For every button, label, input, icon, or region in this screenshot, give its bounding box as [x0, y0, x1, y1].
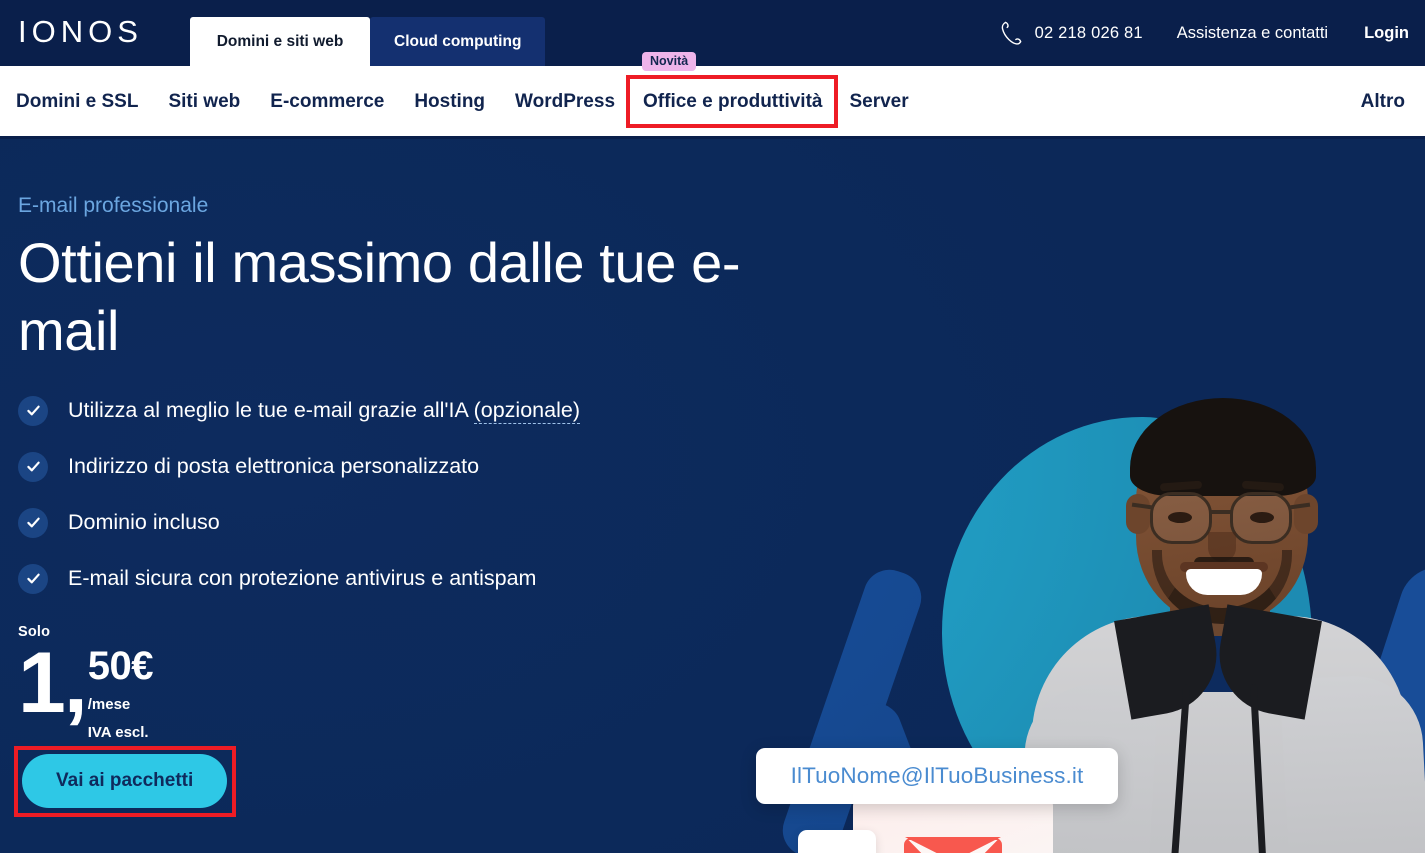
feature-item: Utilizza al meglio le tue e-mail grazie …: [18, 395, 818, 426]
feature-list: Utilizza al meglio le tue e-mail grazie …: [18, 395, 818, 594]
email-address-text: IlTuoNome@IlTuoBusiness.it: [790, 763, 1084, 788]
nav-item-e-commerce[interactable]: E-commerce: [255, 92, 399, 111]
check-icon: [18, 451, 48, 482]
check-icon: [18, 395, 48, 426]
nav-item-label: WordPress: [515, 90, 616, 112]
nav-item-label: Office e produttività: [643, 90, 823, 112]
feature-item: Indirizzo di posta elettronica personali…: [18, 451, 818, 482]
phone-icon: [1001, 21, 1021, 45]
nav-item-label: Siti web: [168, 90, 241, 112]
feature-label: Indirizzo di posta elettronica personali…: [68, 454, 480, 479]
novita-badge: Novità: [642, 51, 697, 71]
hero-eyebrow: E-mail professionale: [18, 194, 209, 217]
header-tab-group: Domini e siti web Cloud computing: [190, 0, 546, 66]
login-link[interactable]: Login: [1364, 24, 1409, 43]
tab-domini-e-siti-web[interactable]: Domini e siti web: [190, 17, 370, 66]
feature-label: Utilizza al meglio le tue e-mail grazie …: [68, 398, 580, 425]
feature-label: E-mail sicura con protezione antivirus e…: [68, 566, 537, 591]
nav-item-hosting[interactable]: Hosting: [399, 92, 500, 111]
feature-tooltip-term[interactable]: (opzionale): [473, 398, 580, 425]
ai-brain-icon: [815, 848, 859, 853]
mail-illustration-card: [853, 798, 1053, 853]
nav-item-server[interactable]: Server: [834, 92, 923, 111]
ai-feature-card: [798, 830, 876, 853]
support-link[interactable]: Assistenza e contatti: [1177, 24, 1328, 43]
nav-item-altro[interactable]: Altro: [1361, 66, 1405, 136]
feature-item: Dominio incluso: [18, 507, 818, 538]
nav-item-list: Domini e SSL Siti web E-commerce Hosting…: [16, 51, 924, 136]
price-block: Solo 1, 50€ /mese IVA escl.: [18, 623, 818, 742]
hero-content: E-mail professionale Ottieni il massimo …: [13, 194, 818, 817]
feature-item: E-mail sicura con protezione antivirus e…: [18, 563, 818, 594]
go-to-packages-button[interactable]: Vai ai pacchetti: [22, 753, 228, 808]
price-decimal: 50€: [87, 643, 154, 688]
check-icon: [18, 507, 48, 538]
phone-link[interactable]: 02 218 026 81: [999, 20, 1143, 46]
price-details: 50€ /mese IVA escl.: [87, 643, 154, 744]
tab-label: Cloud computing: [394, 32, 522, 50]
price-integer: 1,: [18, 634, 88, 731]
price-tax-note: IVA escl.: [87, 724, 149, 742]
nav-item-label: Server: [849, 90, 909, 112]
nav-item-wordpress[interactable]: WordPress: [500, 92, 630, 111]
phone-number: 02 218 026 81: [1034, 23, 1143, 42]
price-prefix-label: Solo: [18, 623, 51, 640]
price-period: /mese: [87, 695, 131, 713]
top-header-bar: IONOS Domini e siti web Cloud computing …: [0, 0, 1425, 66]
header-utility-group: 02 218 026 81 Assistenza e contatti Logi…: [999, 20, 1409, 46]
nav-item-label: Altro: [1360, 90, 1405, 112]
nav-item-siti-web[interactable]: Siti web: [153, 92, 255, 111]
page-root: IONOS Domini e siti web Cloud computing …: [0, 0, 1425, 853]
nav-item-label: E-commerce: [270, 90, 385, 112]
tab-cloud-computing[interactable]: Cloud computing: [370, 17, 546, 66]
tab-label: Domini e siti web: [216, 32, 344, 50]
hero-headline: Ottieni il massimo dalle tue e-mail: [18, 231, 741, 363]
envelope-icon: [904, 836, 1002, 853]
price-row: 1, 50€ /mese IVA escl.: [18, 634, 818, 742]
feature-label: Dominio incluso: [68, 510, 220, 535]
cta-highlight-box: Vai ai pacchetti: [13, 745, 237, 817]
nav-item-label: Domini e SSL: [16, 90, 139, 112]
main-navigation-bar: Domini e SSL Siti web E-commerce Hosting…: [0, 51, 1425, 139]
nav-item-label: Hosting: [414, 90, 486, 112]
nav-item-domini-e-ssl[interactable]: Domini e SSL: [16, 92, 153, 111]
nav-item-office-e-produttivita[interactable]: Novità Office e produttività: [626, 51, 839, 128]
hero-section: IlTuoNome@IlTuoBusiness.it E-mail profes…: [0, 139, 1425, 853]
check-icon: [18, 563, 48, 594]
ionos-logo[interactable]: IONOS: [18, 16, 143, 47]
